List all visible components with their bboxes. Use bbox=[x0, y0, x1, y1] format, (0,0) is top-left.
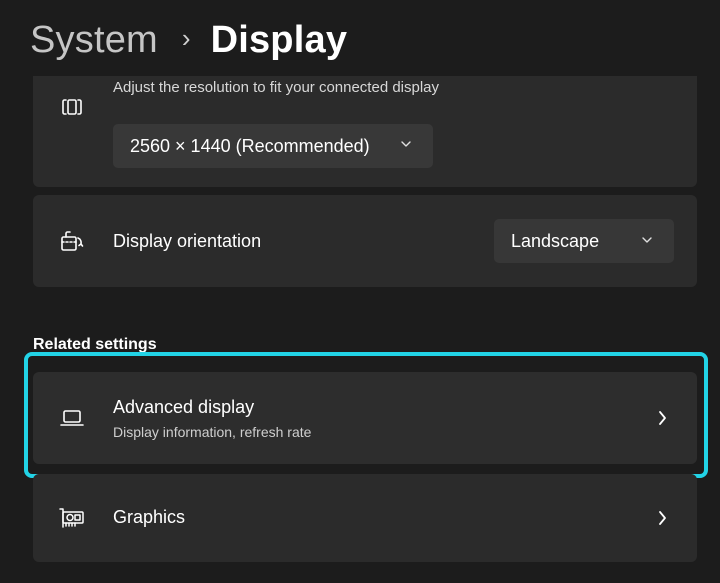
advanced-display-title: Advanced display bbox=[113, 397, 255, 417]
breadcrumb-separator: › bbox=[181, 22, 191, 53]
orientation-icon bbox=[57, 226, 87, 256]
laptop-icon bbox=[57, 403, 87, 433]
chevron-down-icon bbox=[401, 141, 411, 147]
advanced-display-subtitle: Display information, refresh rate bbox=[113, 424, 312, 440]
page-title: Display bbox=[210, 18, 348, 61]
graphics-item[interactable]: Graphics bbox=[33, 474, 697, 562]
advanced-display-item[interactable]: Advanced display Display information, re… bbox=[33, 372, 697, 464]
orientation-label: Display orientation bbox=[113, 231, 262, 251]
chevron-right-icon bbox=[659, 511, 666, 525]
resolution-dropdown[interactable]: 2560 × 1440 (Recommended) bbox=[113, 124, 433, 168]
resolution-value: 2560 × 1440 (Recommended) bbox=[130, 135, 370, 156]
orientation-dropdown[interactable]: Landscape bbox=[494, 219, 674, 263]
resolution-icon bbox=[57, 92, 87, 122]
graphics-title: Graphics bbox=[113, 507, 186, 527]
graphics-card-icon bbox=[57, 503, 87, 533]
related-settings-heading: Related settings bbox=[33, 336, 157, 353]
breadcrumb-parent[interactable]: System bbox=[30, 19, 158, 62]
display-resolution-card: Adjust the resolution to fit your connec… bbox=[33, 76, 697, 187]
chevron-right-icon bbox=[659, 411, 666, 425]
chevron-down-icon bbox=[642, 237, 652, 243]
orientation-value: Landscape bbox=[511, 230, 600, 251]
display-orientation-card: Display orientation Landscape bbox=[33, 195, 697, 287]
resolution-description: Adjust the resolution to fit your connec… bbox=[113, 79, 440, 96]
breadcrumb: System › Display bbox=[30, 14, 347, 66]
